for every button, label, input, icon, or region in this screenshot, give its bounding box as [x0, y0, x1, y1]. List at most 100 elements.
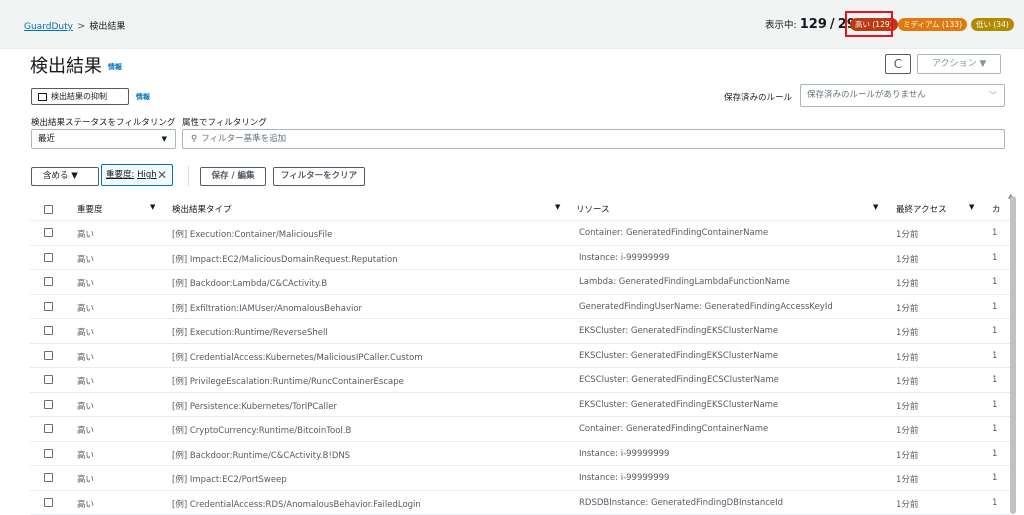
row-checkbox[interactable]: [44, 326, 53, 335]
cell-last-seen: 1分前: [896, 228, 918, 240]
filter-search-input[interactable]: ⚲フィルター基準を追加: [182, 129, 1005, 149]
cell-count: 1: [992, 253, 997, 263]
cell-severity: 高い: [77, 498, 94, 510]
showing-value: 129: [800, 17, 827, 32]
row-checkbox[interactable]: [44, 498, 53, 507]
table-row[interactable]: 高い[例] Persistence:Kubernetes/TorIPCaller…: [30, 392, 1010, 418]
cell-finding-type[interactable]: [例] PrivilegeEscalation:Runtime/RuncCont…: [172, 375, 404, 387]
cell-last-seen: 1分前: [896, 253, 918, 265]
sort-icon[interactable]: ▼: [555, 203, 560, 211]
cell-last-seen: 1分前: [896, 326, 918, 338]
cell-finding-type[interactable]: [例] CredentialAccess:Kubernetes/Maliciou…: [172, 351, 423, 363]
header-count[interactable]: カ: [992, 203, 1001, 215]
status-filter-label: 検出結果ステータスをフィルタリング: [31, 118, 175, 128]
cell-last-seen: 1分前: [896, 351, 918, 363]
highlight-box: [845, 11, 893, 37]
status-filter-select[interactable]: 最近 ▼: [31, 129, 176, 149]
save-edit-button[interactable]: 保存 / 編集: [200, 167, 266, 186]
cell-resource: Instance: i-99999999: [579, 473, 669, 483]
suppress-info-link[interactable]: 情報: [136, 92, 150, 102]
header-resource[interactable]: リソース: [576, 203, 610, 215]
row-checkbox[interactable]: [44, 400, 53, 409]
breadcrumb-guardduty-link[interactable]: GuardDuty: [24, 22, 73, 32]
filter-search-placeholder: フィルター基準を追加: [201, 134, 286, 144]
cell-finding-type[interactable]: [例] Persistence:Kubernetes/TorIPCaller: [172, 400, 337, 412]
refresh-icon: C: [894, 57, 902, 71]
row-checkbox[interactable]: [44, 473, 53, 482]
sort-icon[interactable]: ▼: [969, 203, 974, 211]
table-row[interactable]: 高い [例] Impact:EC2/MaliciousDomainRequest.…: [30, 245, 1010, 271]
cell-finding-type[interactable]: [例] Backdoor:Runtime/C&CActivity.B!DNS: [172, 449, 350, 461]
header-last-seen[interactable]: 最終アクセス: [896, 203, 947, 215]
table-row[interactable]: 高い[例] PrivilegeEscalation:Runtime/RuncCo…: [30, 367, 1010, 393]
scrollbar[interactable]: [1010, 196, 1016, 514]
sort-icon[interactable]: ▼: [873, 203, 878, 211]
table-row[interactable]: 高い[例] Backdoor:Lambda/C&CActivity.BLambd…: [30, 269, 1010, 295]
table-row[interactable]: 高い[例] CredentialAccess:Kubernetes/Malici…: [30, 343, 1010, 369]
cell-resource: EKSCluster: GeneratedFindingEKSClusterNa…: [579, 326, 778, 336]
row-checkbox[interactable]: [44, 351, 53, 360]
suppress-icon: [38, 93, 47, 101]
filter-token[interactable]: 重要度: High ✕: [101, 164, 173, 186]
severity-badge-low[interactable]: 低い (34): [971, 18, 1014, 31]
page-title-text: 検出結果: [30, 56, 102, 77]
row-checkbox[interactable]: [44, 424, 53, 433]
cell-finding-type[interactable]: [例] Impact:EC2/MaliciousDomainRequest.Re…: [172, 253, 398, 265]
select-all-checkbox[interactable]: [44, 205, 53, 214]
row-checkbox[interactable]: [44, 302, 53, 311]
actions-dropdown[interactable]: アクション ▼: [917, 54, 1001, 74]
cell-finding-type[interactable]: [例] Exfiltration:IAMUser/AnomalousBehavi…: [172, 302, 362, 314]
header-finding-type[interactable]: 検出結果タイプ: [172, 203, 232, 215]
close-icon[interactable]: ✕: [157, 165, 167, 185]
row-checkbox[interactable]: [44, 277, 53, 286]
cell-count: 1: [992, 351, 997, 361]
table-row[interactable]: 高い[例] CryptoCurrency:Runtime/BitcoinTool…: [30, 416, 1010, 442]
cell-last-seen: 1分前: [896, 449, 918, 461]
header-severity[interactable]: 重要度: [77, 203, 103, 215]
row-checkbox[interactable]: [44, 253, 53, 262]
refresh-button[interactable]: C: [885, 54, 911, 74]
cell-finding-type[interactable]: [例] Backdoor:Lambda/C&CActivity.B: [172, 277, 327, 289]
saved-rules-select[interactable]: 保存済みのルールがありません ﹀: [800, 84, 1005, 107]
chevron-right-icon: >: [77, 21, 85, 32]
cell-count: 1: [992, 449, 997, 459]
row-checkbox[interactable]: [44, 375, 53, 384]
include-dropdown[interactable]: 含める ▼: [31, 167, 99, 186]
filter-labels: 検出結果ステータスをフィルタリング 属性でフィルタリング: [31, 116, 267, 128]
cell-finding-type[interactable]: [例] Execution:Container/MaliciousFile: [172, 228, 332, 240]
table-row[interactable]: 高い[例] Execution:Runtime/ReverseShellEKSC…: [30, 318, 1010, 344]
table-row[interactable]: 高い [例] CredentialAccess:RDS/AnomalousBeha…: [30, 490, 1010, 515]
cell-last-seen: 1分前: [896, 302, 918, 314]
cell-finding-type[interactable]: [例] CryptoCurrency:Runtime/BitcoinTool.B: [172, 424, 351, 436]
cell-finding-type[interactable]: [例] Execution:Runtime/ReverseShell: [172, 326, 328, 338]
saved-rules-label: 保存済みのルール: [724, 91, 792, 103]
cell-last-seen: 1分前: [896, 473, 918, 485]
row-checkbox[interactable]: [44, 449, 53, 458]
cell-resource: Instance: i-99999999: [579, 449, 669, 459]
showing-label: 表示中:: [765, 20, 797, 31]
info-link[interactable]: 情報: [108, 63, 122, 71]
cell-last-seen: 1分前: [896, 277, 918, 289]
row-checkbox[interactable]: [44, 228, 53, 237]
cell-count: 1: [992, 498, 997, 508]
cell-count: 1: [992, 277, 997, 287]
sort-icon[interactable]: ▼: [150, 203, 155, 211]
cell-severity: 高い: [77, 253, 94, 265]
cell-finding-type[interactable]: [例] CredentialAccess:RDS/AnomalousBehavi…: [172, 498, 421, 510]
cell-resource: Lambda: GeneratedFindingLambdaFunctionNa…: [579, 277, 790, 287]
table-row[interactable]: 高い[例] Backdoor:Runtime/C&CActivity.B!DNS…: [30, 441, 1010, 467]
table-row[interactable]: 高い[例] Execution:Container/MaliciousFileC…: [30, 220, 1010, 246]
table-row[interactable]: 高い[例] Impact:EC2/PortSweepInstance: i-99…: [30, 465, 1010, 491]
divider: [188, 166, 189, 186]
table-row[interactable]: 高い[例] Exfiltration:IAMUser/AnomalousBeha…: [30, 294, 1010, 320]
attribute-filter-label: 属性でフィルタリング: [182, 118, 267, 128]
clear-filters-button[interactable]: フィルターをクリア: [273, 167, 365, 186]
severity-badge-medium[interactable]: ミディアム (133): [898, 18, 967, 31]
cell-resource: ECSCluster: GeneratedFindingECSClusterNa…: [579, 375, 779, 385]
cell-last-seen: 1分前: [896, 498, 918, 510]
cell-count: 1: [992, 302, 997, 312]
caret-down-icon: ▼: [162, 130, 167, 148]
cell-finding-type[interactable]: [例] Impact:EC2/PortSweep: [172, 473, 287, 485]
suppress-findings-button[interactable]: 検出結果の抑制: [31, 88, 129, 105]
cell-count: 1: [992, 473, 997, 483]
